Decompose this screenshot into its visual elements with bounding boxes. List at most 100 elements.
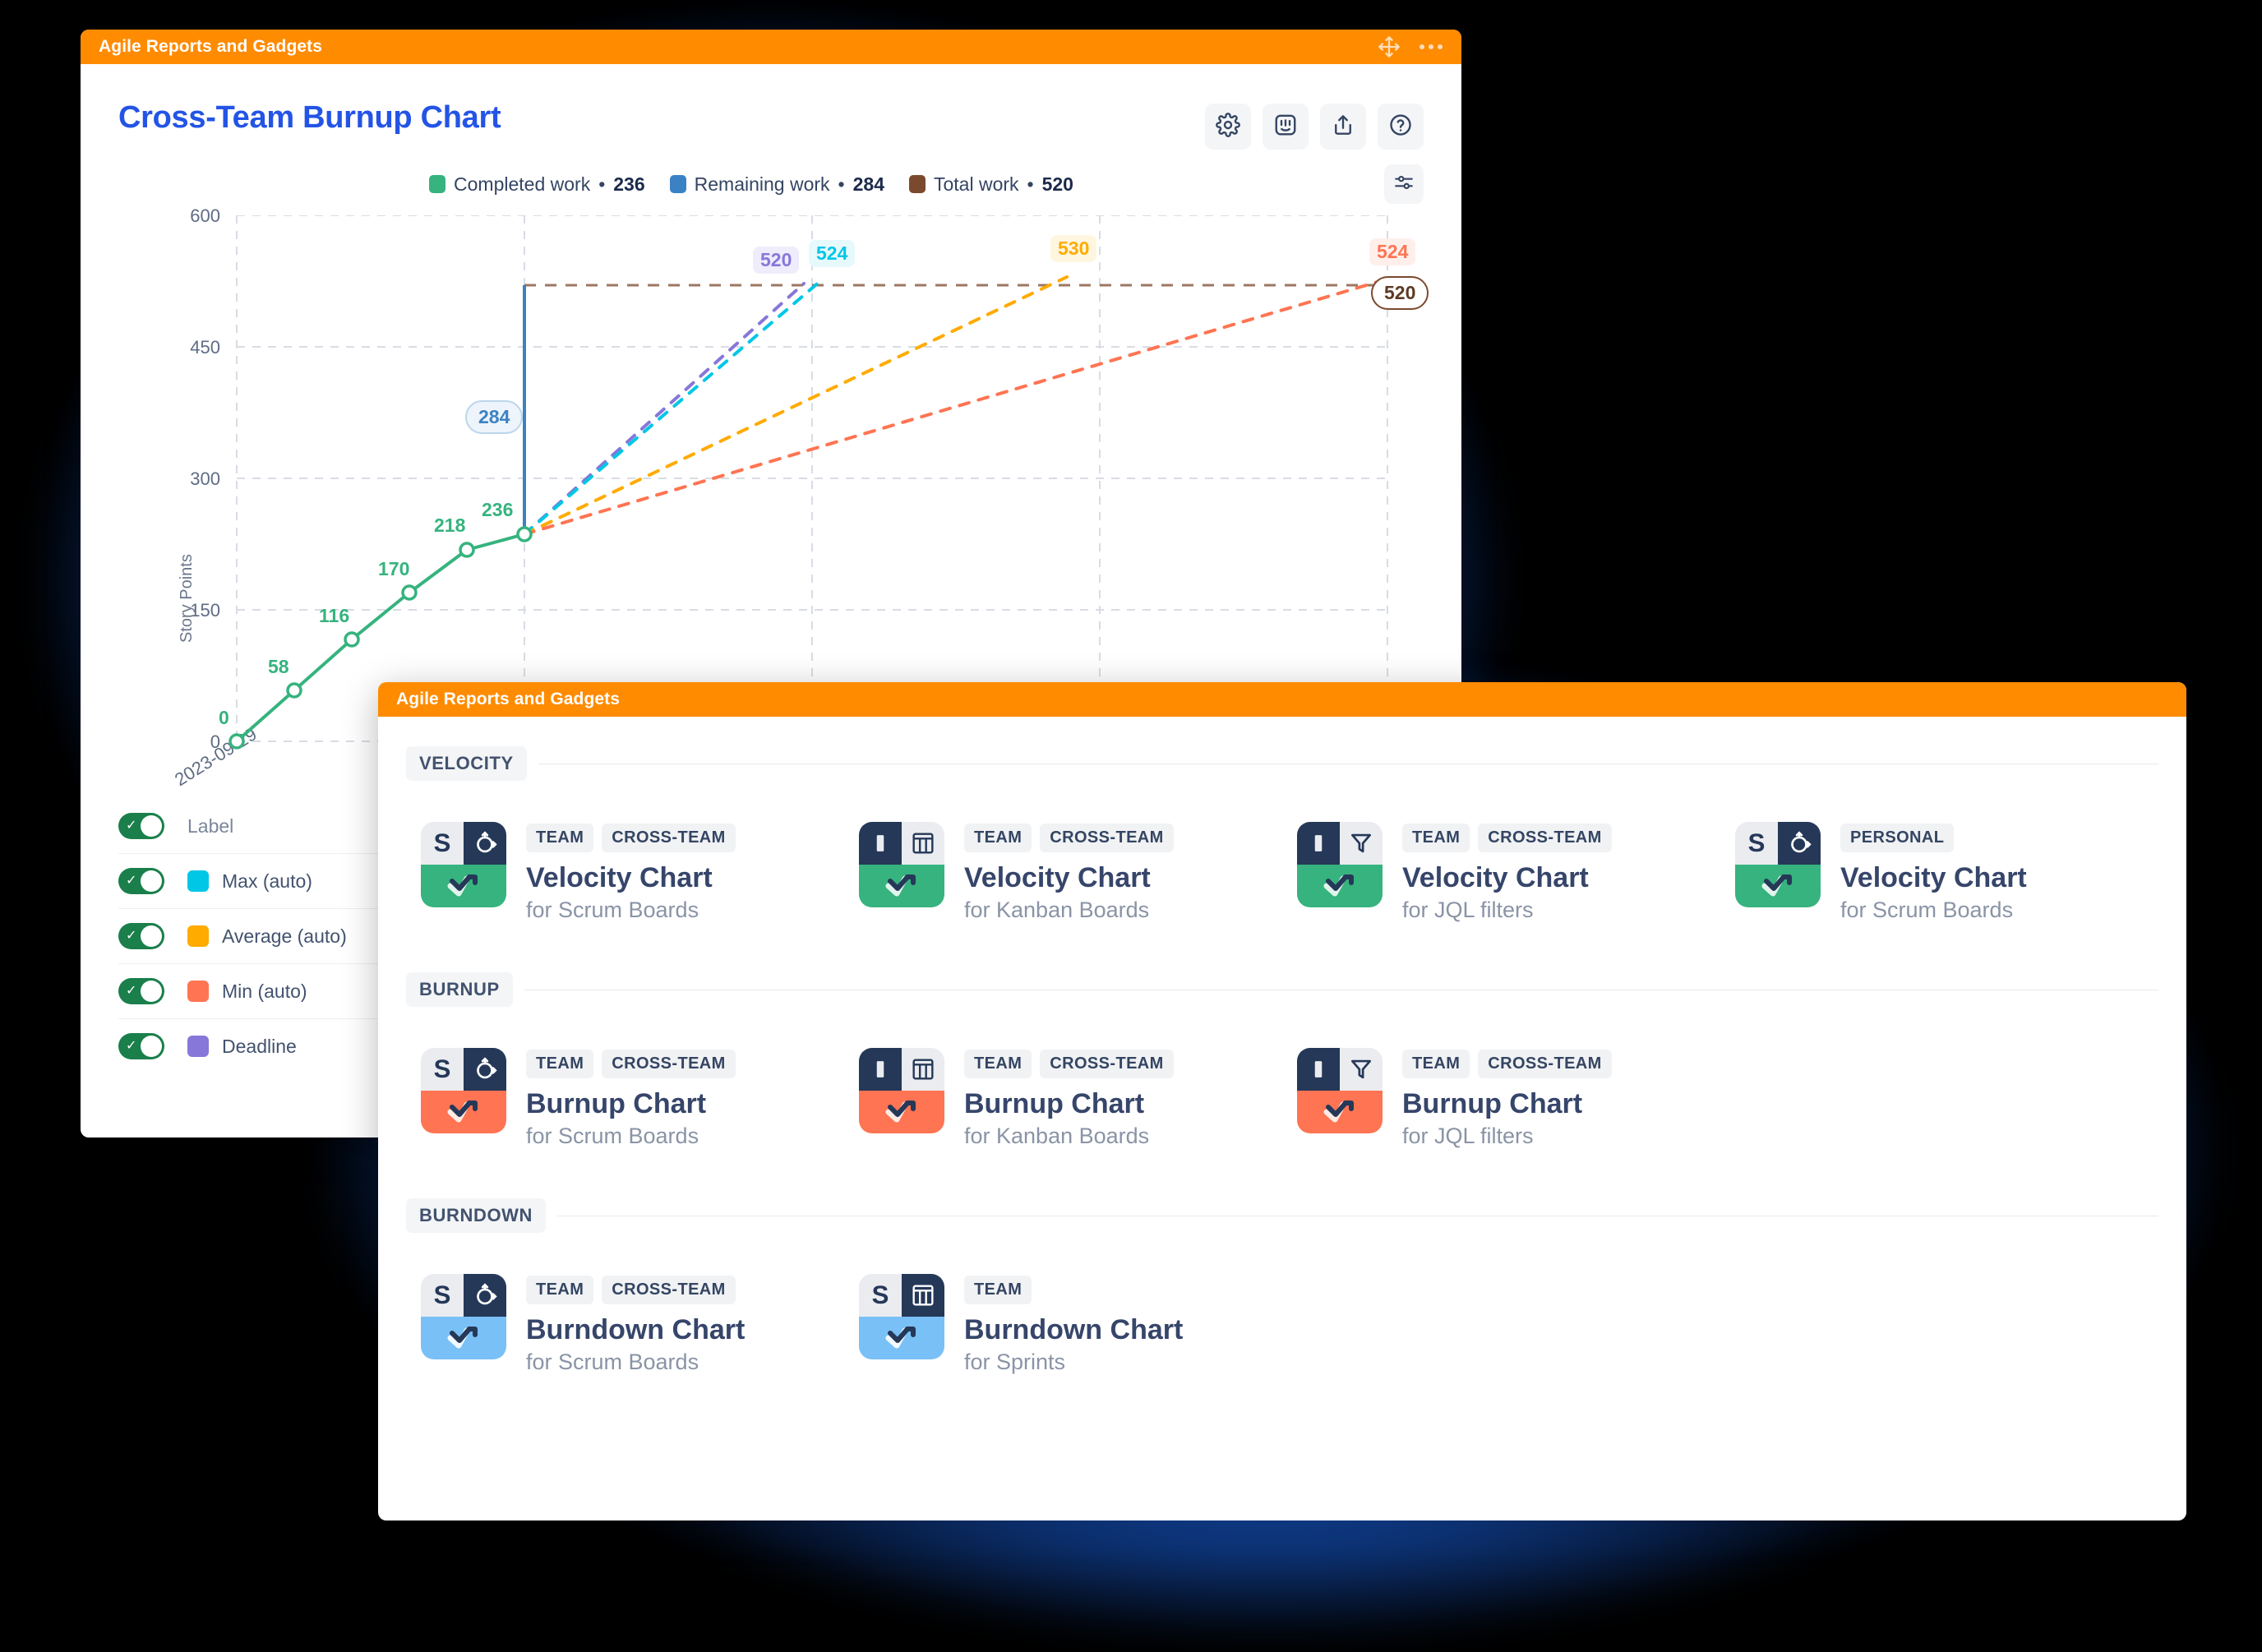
section-header-velocity: VELOCITY: [406, 746, 2158, 781]
kanban-board-icon: [859, 822, 944, 907]
toggle-switch[interactable]: ✓: [118, 978, 164, 1004]
gadget-card[interactable]: S TEAM CROSS-TEAM Burndown Chart for Scr…: [406, 1241, 844, 1403]
gadget-card[interactable]: TEAM CROSS-TEAM Burnup Chart for JQL fil…: [1282, 1015, 1720, 1177]
point-label: 58: [268, 656, 289, 677]
tag: CROSS-TEAM: [1040, 824, 1174, 852]
chart-filter-button[interactable]: [1384, 164, 1424, 204]
point-label: 218: [434, 515, 466, 536]
gadget-tags: TEAM CROSS-TEAM: [526, 1276, 745, 1305]
scrum-board-icon: S: [421, 822, 506, 907]
svg-text:S: S: [434, 1281, 451, 1309]
gadget-title: Burnup Chart: [526, 1088, 707, 1120]
point-label: 116: [319, 605, 350, 626]
section-title: VELOCITY: [406, 746, 527, 781]
gadget-tags: PERSONAL: [1840, 824, 2027, 852]
check-icon: ✓: [126, 984, 137, 998]
toggle-label: Min (auto): [222, 980, 307, 1002]
legend-item[interactable]: Total work • 520: [908, 173, 1073, 196]
toggle-switch[interactable]: ✓: [118, 813, 164, 839]
gadget-window-title: Agile Reports and Gadgets: [396, 690, 621, 708]
gadget-title: Burnup Chart: [1402, 1088, 1583, 1120]
toggle-switch[interactable]: ✓: [118, 923, 164, 949]
share-button[interactable]: [1320, 104, 1366, 150]
tag: TEAM: [964, 1276, 1032, 1305]
legend-label: Total work: [933, 173, 1019, 195]
toggle-swatch-min: [187, 981, 209, 1002]
gadget-grid-burnup: S TEAM CROSS-TEAM Burnup Chart for Scrum…: [406, 1015, 2158, 1177]
gadget-card[interactable]: S TEAM CROSS-TEAM Velocity Chart for Scr…: [406, 789, 844, 951]
gadget-subtitle: for Sprints: [964, 1350, 1066, 1375]
page-title: Cross-Team Burnup Chart: [118, 100, 501, 135]
question-circle-icon: [1388, 113, 1413, 141]
tag: TEAM: [526, 1276, 594, 1305]
legend-item[interactable]: Completed work • 236: [429, 173, 645, 196]
svg-text:S: S: [872, 1281, 889, 1309]
gadget-subtitle: for Scrum Boards: [526, 1124, 699, 1149]
min-projection-label: 524: [1369, 238, 1416, 265]
gadget-subtitle: for JQL filters: [1402, 898, 1534, 923]
gadget-card[interactable]: S TEAM Burndown Chart for Sprints: [844, 1241, 1282, 1403]
sliders-icon: [1393, 172, 1415, 197]
remaining-work-label: 284: [465, 400, 524, 434]
gadget-tags: TEAM CROSS-TEAM: [964, 1050, 1174, 1079]
legend-swatch-remaining: [669, 175, 686, 193]
legend-value: 284: [852, 173, 884, 195]
intercom-face-icon: [1273, 113, 1298, 141]
svg-text:S: S: [1748, 829, 1766, 857]
gadget-subtitle: for Kanban Boards: [964, 1124, 1150, 1149]
gadget-title: Burndown Chart: [526, 1314, 746, 1346]
toggle-switch[interactable]: ✓: [118, 868, 164, 894]
gadget-card[interactable]: S PERSONAL Velocity Chart for Scrum Boar…: [1720, 789, 2158, 951]
tag: CROSS-TEAM: [602, 1276, 736, 1305]
gadget-tags: TEAM CROSS-TEAM: [1402, 824, 1612, 852]
legend-label: Remaining work: [694, 173, 830, 195]
support-button[interactable]: [1263, 104, 1309, 150]
tag: TEAM: [526, 1050, 594, 1079]
gadget-card[interactable]: TEAM CROSS-TEAM Burnup Chart for Kanban …: [844, 1015, 1282, 1177]
settings-button[interactable]: [1205, 104, 1251, 150]
section-title: BURNDOWN: [406, 1198, 547, 1234]
toggle-swatch-average: [187, 925, 209, 947]
gear-icon: [1216, 112, 1240, 141]
move-icon[interactable]: [1378, 35, 1401, 58]
gadget-window-titlebar: Agile Reports and Gadgets: [378, 682, 2186, 717]
tag: TEAM: [964, 1050, 1032, 1079]
ellipsis-icon[interactable]: [1419, 43, 1443, 51]
scrum-board-icon: S: [421, 1274, 506, 1360]
chart-window-titlebar: Agile Reports and Gadgets: [81, 30, 1461, 64]
tag: CROSS-TEAM: [1040, 1050, 1174, 1079]
sprint-grid-icon: S: [859, 1274, 944, 1360]
gadget-tags: TEAM CROSS-TEAM: [964, 824, 1174, 852]
toggle-label: Max (auto): [222, 870, 312, 892]
jql-filter-icon: [1297, 1048, 1383, 1134]
gadget-tags: TEAM CROSS-TEAM: [526, 824, 736, 852]
gadget-picker-window: Agile Reports and Gadgets VELOCITY S TEA…: [378, 682, 2186, 1520]
gadget-tags: TEAM: [964, 1276, 1183, 1305]
tag: TEAM: [1402, 1050, 1470, 1079]
tag: PERSONAL: [1840, 824, 1955, 852]
gadget-card[interactable]: TEAM CROSS-TEAM Velocity Chart for JQL f…: [1282, 789, 1720, 951]
point-label: 236: [482, 499, 514, 520]
gadget-subtitle: for Scrum Boards: [526, 1350, 699, 1375]
total-work-label: 520: [1371, 276, 1429, 310]
toggle-label: Average (auto): [222, 925, 347, 947]
legend-item[interactable]: Remaining work • 284: [669, 173, 884, 196]
gadget-card[interactable]: TEAM CROSS-TEAM Velocity Chart for Kanba…: [844, 789, 1282, 951]
gadget-card-empty: [1282, 1241, 1720, 1403]
legend-swatch-total: [908, 175, 926, 193]
gadget-grid-velocity: S TEAM CROSS-TEAM Velocity Chart for Scr…: [406, 789, 2158, 951]
gadget-title: Velocity Chart: [526, 862, 713, 893]
toggle-switch[interactable]: ✓: [118, 1033, 164, 1059]
tag: CROSS-TEAM: [1478, 824, 1612, 852]
gadget-title: Velocity Chart: [1840, 862, 2027, 893]
gadget-card[interactable]: S TEAM CROSS-TEAM Burnup Chart for Scrum…: [406, 1015, 844, 1177]
kanban-board-icon: [859, 1048, 944, 1134]
check-icon: ✓: [126, 929, 137, 943]
gadget-grid-burndown: S TEAM CROSS-TEAM Burndown Chart for Scr…: [406, 1241, 2158, 1403]
max-projection-label: 524: [809, 240, 856, 267]
legend-swatch-completed: [429, 175, 446, 193]
toggle-label: Deadline: [222, 1035, 297, 1057]
help-button[interactable]: [1378, 104, 1424, 150]
tag: CROSS-TEAM: [602, 1050, 736, 1079]
svg-text:S: S: [434, 1055, 451, 1083]
